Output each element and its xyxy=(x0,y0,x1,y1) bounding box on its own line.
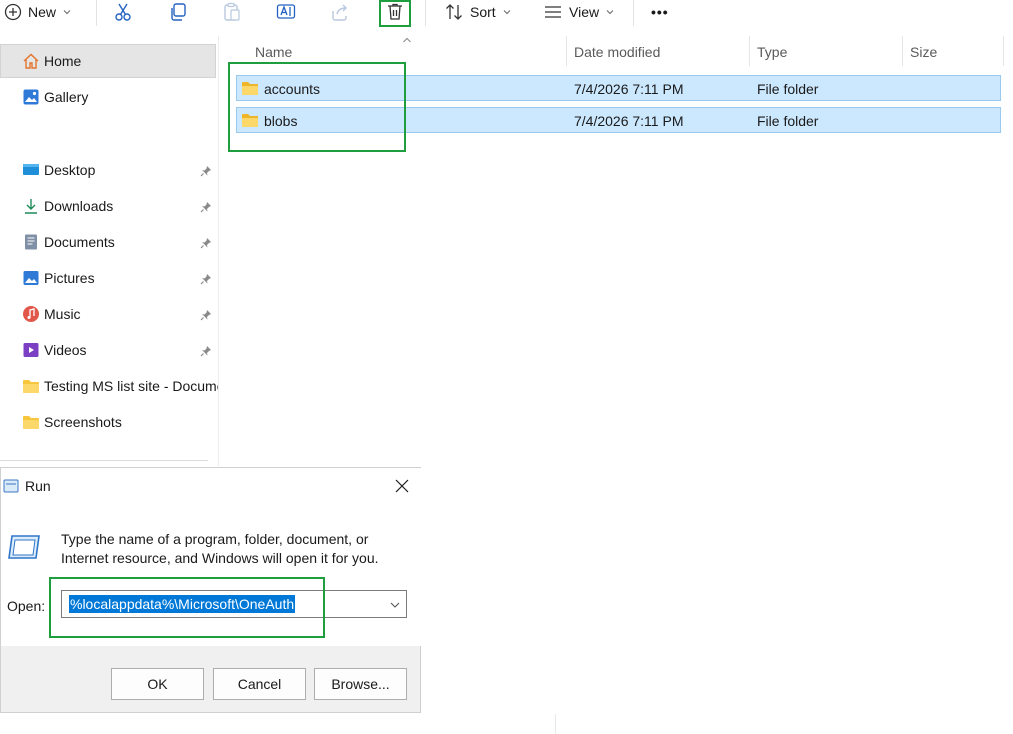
sort-icon xyxy=(444,2,464,22)
file-date: 7/4/2026 7:11 PM xyxy=(574,113,684,129)
chevron-down-icon[interactable] xyxy=(389,600,401,610)
column-separator[interactable] xyxy=(902,36,903,66)
home-icon xyxy=(22,52,40,70)
column-header-size[interactable]: Size xyxy=(910,44,937,60)
nav-item-label: Documents xyxy=(44,234,115,250)
plus-circle-icon xyxy=(4,3,22,21)
folder-icon xyxy=(22,413,40,431)
nav-item-label: Home xyxy=(44,53,82,69)
nav-item-gallery[interactable]: Gallery xyxy=(22,86,88,108)
status-divider xyxy=(555,714,556,734)
pin-icon[interactable] xyxy=(200,165,212,177)
nav-item-label: Desktop xyxy=(44,162,96,178)
view-lines-icon xyxy=(543,2,563,22)
open-field-highlight xyxy=(49,577,325,638)
nav-item-label: Gallery xyxy=(44,89,89,105)
column-separator[interactable] xyxy=(749,36,750,66)
pin-icon[interactable] xyxy=(200,273,212,285)
sort-indicator-icon xyxy=(402,36,412,44)
close-icon[interactable] xyxy=(394,478,410,494)
nav-item-music[interactable]: Music xyxy=(22,303,81,325)
music-icon xyxy=(22,305,40,323)
nav-item-label: Pictures xyxy=(44,270,95,286)
cut-button[interactable] xyxy=(113,0,133,24)
nav-item-label: Videos xyxy=(44,342,87,358)
scissors-icon xyxy=(113,2,133,22)
open-label: Open: xyxy=(7,598,46,614)
more-icon: ••• xyxy=(651,4,669,20)
rename-icon xyxy=(276,2,296,22)
more-options-button[interactable]: ••• xyxy=(651,0,669,24)
delete-button-highlight xyxy=(379,0,411,27)
navigation-pane: Home Gallery Desktop Downloads Documents xyxy=(0,36,218,466)
copy-icon xyxy=(168,2,188,22)
clipboard-icon xyxy=(222,2,242,22)
pin-icon[interactable] xyxy=(200,309,212,321)
new-button[interactable]: New xyxy=(4,0,72,24)
share-button[interactable] xyxy=(330,0,350,24)
nav-item-desktop[interactable]: Desktop xyxy=(22,159,95,181)
downloads-icon xyxy=(22,197,40,215)
nav-item-label: Music xyxy=(44,306,81,322)
ok-button[interactable]: OK xyxy=(111,668,204,700)
copy-button[interactable] xyxy=(168,0,188,24)
toolbar-separator xyxy=(425,0,426,26)
cancel-button[interactable]: Cancel xyxy=(213,668,306,700)
sort-button[interactable]: Sort xyxy=(444,0,512,24)
browse-button[interactable]: Browse... xyxy=(314,668,407,700)
view-label: View xyxy=(569,4,600,20)
column-header-name[interactable]: Name xyxy=(255,44,292,60)
sort-label: Sort xyxy=(470,4,496,20)
file-date: 7/4/2026 7:11 PM xyxy=(574,81,684,97)
chevron-down-icon xyxy=(502,7,512,17)
videos-icon xyxy=(22,341,40,359)
nav-item-downloads[interactable]: Downloads xyxy=(22,195,113,217)
new-label: New xyxy=(28,4,57,20)
column-separator[interactable] xyxy=(566,36,567,66)
column-header-type[interactable]: Type xyxy=(757,44,787,60)
nav-item-home[interactable]: Home xyxy=(22,50,81,72)
run-description-line2: Internet resource, and Windows will open… xyxy=(61,550,379,566)
paste-button[interactable] xyxy=(222,0,242,24)
run-title: Run xyxy=(25,478,51,494)
documents-icon xyxy=(22,233,40,251)
column-separator[interactable] xyxy=(1003,36,1004,66)
nav-divider xyxy=(0,460,208,461)
nav-item-pictures[interactable]: Pictures xyxy=(22,267,95,289)
folders-highlight xyxy=(228,62,406,152)
desktop-icon xyxy=(22,161,40,179)
nav-item-label: Testing MS list site - Documents xyxy=(44,378,218,394)
folder-icon xyxy=(22,377,40,395)
view-button[interactable]: View xyxy=(543,0,615,24)
pin-icon[interactable] xyxy=(200,345,212,357)
run-program-icon xyxy=(7,534,41,560)
nav-item-label: Screenshots xyxy=(44,414,122,430)
nav-item-videos[interactable]: Videos xyxy=(22,339,87,361)
chevron-down-icon xyxy=(62,7,72,17)
command-bar: New Sort View ••• xyxy=(0,0,1013,28)
column-header-date[interactable]: Date modified xyxy=(574,44,660,60)
file-type: File folder xyxy=(757,81,819,97)
run-app-icon xyxy=(3,479,19,493)
run-description-line1: Type the name of a program, folder, docu… xyxy=(61,531,369,547)
run-title-bar[interactable]: Run xyxy=(1,468,422,504)
file-type: File folder xyxy=(757,113,819,129)
nav-item-label: Downloads xyxy=(44,198,114,214)
pictures-icon xyxy=(22,269,40,287)
nav-item-testing-ms-list-site[interactable]: Testing MS list site - Documents xyxy=(22,375,218,397)
toolbar-separator xyxy=(96,0,97,26)
toolbar-separator xyxy=(633,0,634,26)
share-icon xyxy=(330,2,350,22)
nav-item-documents[interactable]: Documents xyxy=(22,231,115,253)
rename-button[interactable] xyxy=(276,0,296,24)
pane-divider[interactable] xyxy=(218,36,219,466)
pin-icon[interactable] xyxy=(200,201,212,213)
chevron-down-icon xyxy=(605,7,615,17)
run-dialog: Run Type the name of a program, folder, … xyxy=(0,467,422,713)
run-body: Type the name of a program, folder, docu… xyxy=(1,504,422,646)
pin-icon[interactable] xyxy=(200,237,212,249)
gallery-icon xyxy=(22,88,40,106)
nav-item-screenshots[interactable]: Screenshots xyxy=(22,411,122,433)
